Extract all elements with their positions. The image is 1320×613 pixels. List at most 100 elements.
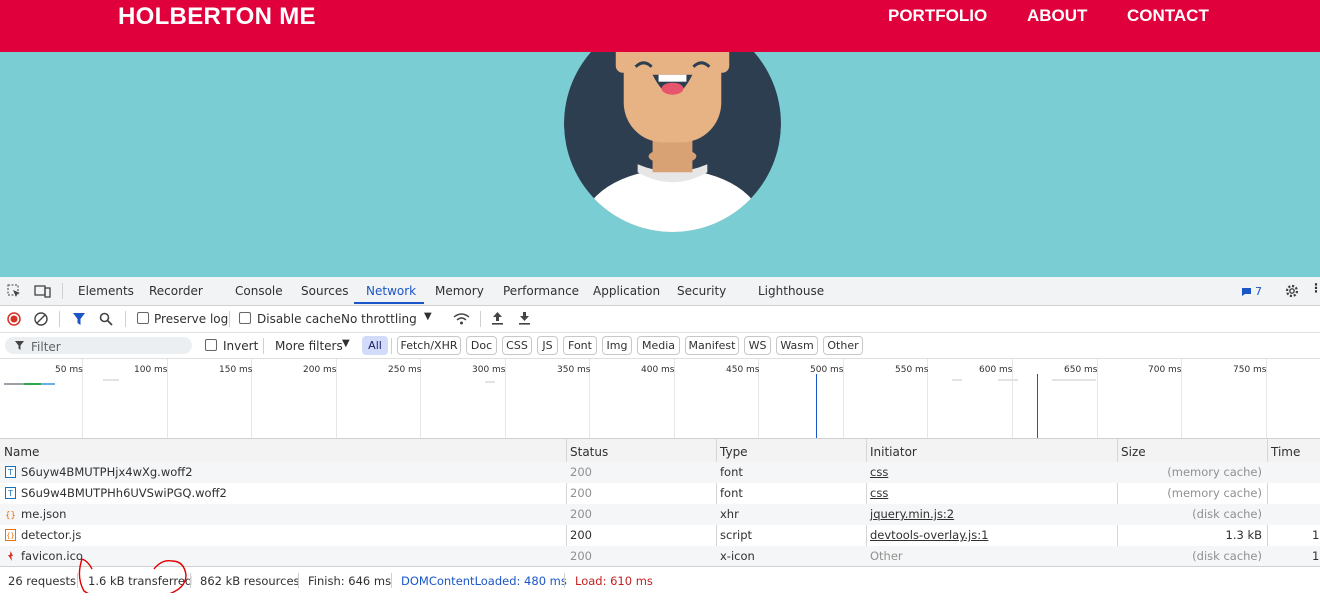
network-overview-timeline[interactable]: 50 ms 100 ms 150 ms 200 ms 250 ms 300 ms…: [0, 359, 1320, 439]
nav-contact[interactable]: CONTACT: [1127, 6, 1209, 26]
invert-label[interactable]: Invert: [223, 339, 258, 353]
request-initiator[interactable]: devtools-overlay.js:1: [870, 528, 988, 542]
request-status: 200: [570, 549, 592, 563]
request-table-header: Name Status Type Initiator Size Time: [0, 439, 1320, 464]
toolbar-divider: [480, 311, 481, 327]
timeline-tick: 600 ms: [979, 365, 1013, 375]
tab-recorder[interactable]: Recorder: [149, 284, 203, 298]
filter-funnel-icon: [15, 341, 24, 350]
tab-lighthouse[interactable]: Lighthouse: [758, 284, 824, 298]
table-row[interactable]: {} me.json 200 xhr jquery.min.js:2 (disk…: [0, 504, 1320, 525]
column-size[interactable]: Size: [1121, 445, 1146, 459]
timeline-tick: 300 ms: [472, 365, 506, 375]
table-row[interactable]: T S6uyw4BMUTPHjx4wXg.woff2 200 font css …: [0, 462, 1320, 483]
summary-divider: [298, 573, 299, 588]
request-size: (memory cache): [1167, 486, 1262, 500]
request-time: 1: [1312, 528, 1320, 542]
record-stop-icon[interactable]: [7, 312, 21, 326]
disable-cache-checkbox[interactable]: [239, 312, 251, 324]
tab-security[interactable]: Security: [677, 284, 726, 298]
svg-text:T: T: [7, 468, 13, 477]
type-filter-wasm[interactable]: Wasm: [776, 336, 818, 355]
column-time[interactable]: Time: [1271, 445, 1300, 459]
type-filter-other[interactable]: Other: [823, 336, 863, 355]
device-toolbar-icon[interactable]: [34, 284, 51, 299]
devtools-tabbar: Elements Recorder Console Sources Networ…: [0, 277, 1320, 306]
timeline-tick: 450 ms: [726, 365, 760, 375]
timeline-tick: 250 ms: [388, 365, 422, 375]
export-har-download-icon[interactable]: [518, 311, 531, 326]
tab-application[interactable]: Application: [593, 284, 660, 298]
request-status: 200: [570, 465, 592, 479]
type-filter-img[interactable]: Img: [602, 336, 632, 355]
svg-text:{}: {}: [6, 532, 14, 540]
toolbar-divider: [229, 311, 230, 327]
request-name[interactable]: me.json: [21, 507, 66, 521]
favicon-file-icon: [8, 551, 13, 561]
disable-cache-label[interactable]: Disable cache: [257, 312, 341, 326]
more-filters-dropdown-icon[interactable]: ▼: [342, 338, 350, 349]
more-filters-button[interactable]: More filters: [275, 339, 343, 353]
request-name[interactable]: detector.js: [21, 528, 81, 542]
inspect-element-icon[interactable]: [7, 284, 22, 299]
column-name[interactable]: Name: [4, 445, 39, 459]
tab-memory[interactable]: Memory: [435, 284, 484, 298]
table-row[interactable]: T S6u9w4BMUTPHh6UVSwiPGQ.woff2 200 font …: [0, 483, 1320, 504]
type-filter-doc[interactable]: Doc: [466, 336, 497, 355]
tab-performance[interactable]: Performance: [503, 284, 579, 298]
request-initiator[interactable]: css: [870, 465, 888, 479]
invert-checkbox[interactable]: [205, 339, 217, 351]
column-status[interactable]: Status: [570, 445, 608, 459]
tab-elements[interactable]: Elements: [78, 284, 134, 298]
tab-sources[interactable]: Sources: [301, 284, 348, 298]
filter-funnel-icon[interactable]: [72, 312, 86, 326]
throttling-select[interactable]: No throttling: [341, 312, 417, 326]
timeline-tick: 150 ms: [219, 365, 253, 375]
type-filter-fetch-xhr[interactable]: Fetch/XHR: [397, 336, 461, 355]
request-initiator[interactable]: jquery.min.js:2: [870, 507, 954, 521]
script-file-icon: {}: [5, 529, 16, 541]
nav-portfolio[interactable]: PORTFOLIO: [888, 6, 987, 26]
request-size: 1.3 kB: [1225, 528, 1263, 542]
tab-network[interactable]: Network: [366, 284, 416, 298]
table-row[interactable]: {} detector.js 200 script devtools-overl…: [0, 525, 1320, 546]
type-filter-media[interactable]: Media: [637, 336, 680, 355]
throttling-dropdown-icon[interactable]: ▼: [424, 311, 432, 322]
type-filter-css[interactable]: CSS: [502, 336, 532, 355]
table-row[interactable]: favicon.ico 200 x-icon Other (disk cache…: [0, 546, 1320, 567]
site-brand[interactable]: HOLBERTON ME: [118, 3, 316, 31]
import-har-upload-icon[interactable]: [491, 311, 504, 326]
type-filter-ws[interactable]: WS: [744, 336, 771, 355]
network-conditions-wifi-icon[interactable]: [453, 312, 470, 326]
search-icon[interactable]: [99, 312, 113, 326]
tab-divider: [62, 283, 63, 299]
request-type: font: [720, 486, 743, 500]
type-filter-all[interactable]: All: [362, 336, 388, 355]
request-name[interactable]: S6uyw4BMUTPHjx4wXg.woff2: [21, 465, 193, 479]
toolbar-divider: [125, 311, 126, 327]
type-filter-js[interactable]: JS: [537, 336, 558, 355]
request-size: (disk cache): [1192, 507, 1262, 521]
issues-icon[interactable]: [1241, 287, 1252, 297]
filter-divider: [391, 338, 392, 354]
preserve-log-checkbox[interactable]: [137, 312, 149, 324]
settings-gear-icon[interactable]: [1284, 283, 1300, 299]
clear-icon[interactable]: [34, 312, 48, 326]
load-time: Load: 610 ms: [575, 574, 653, 588]
request-initiator[interactable]: css: [870, 486, 888, 500]
nav-about[interactable]: ABOUT: [1027, 6, 1087, 26]
request-bar: [1052, 379, 1096, 381]
tab-console[interactable]: Console: [235, 284, 283, 298]
request-bar: [4, 383, 24, 385]
filter-input[interactable]: Filter: [5, 337, 192, 354]
issues-count[interactable]: 7: [1255, 285, 1262, 298]
requests-count: 26 requests: [8, 574, 76, 588]
more-options-icon[interactable]: ⋮: [1310, 281, 1320, 295]
timeline-tick: 200 ms: [303, 365, 337, 375]
request-name[interactable]: S6u9w4BMUTPHh6UVSwiPGQ.woff2: [21, 486, 227, 500]
type-filter-font[interactable]: Font: [563, 336, 597, 355]
type-filter-manifest[interactable]: Manifest: [685, 336, 739, 355]
preserve-log-label[interactable]: Preserve log: [154, 312, 228, 326]
column-type[interactable]: Type: [720, 445, 748, 459]
column-initiator[interactable]: Initiator: [870, 445, 917, 459]
